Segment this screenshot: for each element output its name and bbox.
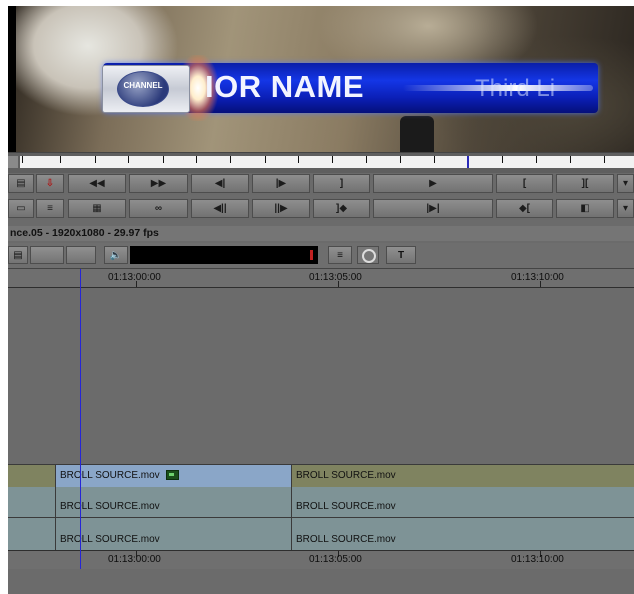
step-forward-10-icon[interactable]: ||▶ [252, 199, 310, 218]
sequence-info-text: nce.05 - 1920x1080 - 29.97 fps [10, 227, 159, 239]
lower-third-name: IOR NAME [205, 69, 364, 104]
timecode-ruler-bottom[interactable]: 01:13:00:00 01:13:05:00 01:13:10:00 [8, 550, 634, 570]
speaker-icon[interactable]: 🔈 [104, 246, 128, 264]
clip-name: BROLL SOURCE.mov [60, 470, 160, 481]
track-a2: BROLL SOURCE.mov BROLL SOURCE.mov [8, 518, 634, 550]
clip-broll-audio[interactable]: BROLL SOURCE.mov [55, 487, 291, 517]
lower-third-title: CHANNEL IOR NAME Third Li [102, 55, 598, 121]
clear-marks-icon[interactable]: ][ [556, 174, 614, 193]
empty-track-area[interactable] [8, 288, 634, 463]
track-v1: BROLL SOURCE.mov BROLL SOURCE.mov [8, 464, 634, 488]
effect-icon[interactable] [165, 470, 179, 481]
channel-logo: CHANNEL [102, 65, 190, 113]
timecode-label: 01:13:10:00 [511, 554, 564, 565]
playhead[interactable] [80, 269, 81, 569]
clip-name: BROLL SOURCE.mov [60, 534, 160, 545]
list-icon[interactable]: ≡ [328, 246, 352, 264]
clip-name: BROLL SOURCE.mov [60, 501, 160, 512]
track-a1: BROLL SOURCE.mov BROLL SOURCE.mov [8, 487, 634, 518]
video-editor-app: CHANNEL IOR NAME Third Li ▤ ⇩ ◀◀ ▶▶ ◀| |… [8, 6, 634, 594]
position-indicator[interactable] [467, 156, 469, 168]
step-back-10-icon[interactable]: ◀|| [191, 199, 249, 218]
timeline-bottom-area [8, 569, 634, 594]
timecode-ruler-top[interactable]: 01:13:00:00 01:13:05:00 01:13:10:00 [8, 269, 634, 288]
text-tool-icon[interactable]: T [386, 246, 416, 264]
timeline-menu-icon[interactable]: ▤ [8, 246, 28, 264]
grid-icon[interactable]: ▦ [68, 199, 126, 218]
mark-out-icon[interactable]: ] [313, 174, 370, 193]
position-bar-track[interactable] [20, 156, 634, 168]
clip-name: BROLL SOURCE.mov [296, 534, 396, 545]
timecode-label: 01:13:10:00 [511, 272, 564, 283]
sequence-info-bar: nce.05 - 1920x1080 - 29.97 fps [8, 226, 634, 241]
lower-third-subtitle: Third Li [475, 75, 556, 102]
timecode-label: 01:13:05:00 [309, 272, 362, 283]
source-record-icon[interactable]: ◧ [556, 199, 614, 218]
viewer-left-border [8, 6, 16, 152]
overflow-button-2[interactable]: ▾ [617, 199, 634, 218]
clip-broll[interactable]: BROLL SOURCE.mov [291, 465, 634, 487]
timeline-toolbar: ▤ 🔈 ≡ T [8, 243, 634, 269]
play-icon[interactable]: ▶ [373, 174, 493, 193]
settings-sliders-icon[interactable]: ≡ [36, 199, 64, 218]
overflow-button[interactable]: ▾ [617, 174, 634, 193]
source-viewer[interactable]: CHANNEL IOR NAME Third Li [8, 6, 634, 152]
timecode-label: 01:13:00:00 [108, 554, 161, 565]
clip-broll-audio[interactable]: BROLL SOURCE.mov [291, 518, 634, 550]
step-back-icon[interactable]: ◀| [191, 174, 249, 193]
fast-forward-icon[interactable]: ▶▶ [129, 174, 188, 193]
clip-name: BROLL SOURCE.mov [296, 501, 396, 512]
timecode-label: 01:13:00:00 [108, 272, 161, 283]
timecode-label: 01:13:05:00 [309, 554, 362, 565]
record-circle-icon[interactable] [357, 246, 379, 264]
mark-in-icon[interactable]: [ [496, 174, 553, 193]
transport-row-2: ▭ ≡ ▦ ∞ ◀|| ||▶ ]◆ |▶| ◆[ ◧ ▾ [8, 198, 634, 220]
track-toggle-icon[interactable]: ▤ [8, 174, 34, 193]
position-bar-handle[interactable] [8, 156, 18, 168]
clip-broll-audio[interactable]: BROLL SOURCE.mov [291, 487, 634, 517]
audio-meter [130, 246, 318, 264]
toolbar-blank-1[interactable] [30, 246, 64, 264]
clip-name: BROLL SOURCE.mov [296, 470, 396, 481]
loop-icon[interactable]: ∞ [129, 199, 188, 218]
step-forward-icon[interactable]: |▶ [252, 174, 310, 193]
play-in-to-out-icon[interactable]: |▶| [373, 199, 493, 218]
rewind-icon[interactable]: ◀◀ [68, 174, 126, 193]
go-to-in-icon[interactable]: ◆[ [496, 199, 553, 218]
viewer-microphone-shape [400, 116, 434, 152]
go-to-out-icon[interactable]: ]◆ [313, 199, 370, 218]
clip-broll-audio[interactable]: BROLL SOURCE.mov [55, 518, 291, 550]
channel-logo-text: CHANNEL [123, 81, 163, 90]
transport-row-1: ▤ ⇩ ◀◀ ▶▶ ◀| |▶ ] ▶ [ ][ ▾ [8, 173, 634, 195]
lift-red-icon[interactable]: ⇩ [36, 174, 64, 193]
monitor-icon[interactable]: ▭ [8, 199, 34, 218]
toolbar-blank-2[interactable] [66, 246, 96, 264]
position-bar[interactable] [8, 152, 634, 174]
clip-broll-selected[interactable]: BROLL SOURCE.mov [55, 465, 291, 487]
